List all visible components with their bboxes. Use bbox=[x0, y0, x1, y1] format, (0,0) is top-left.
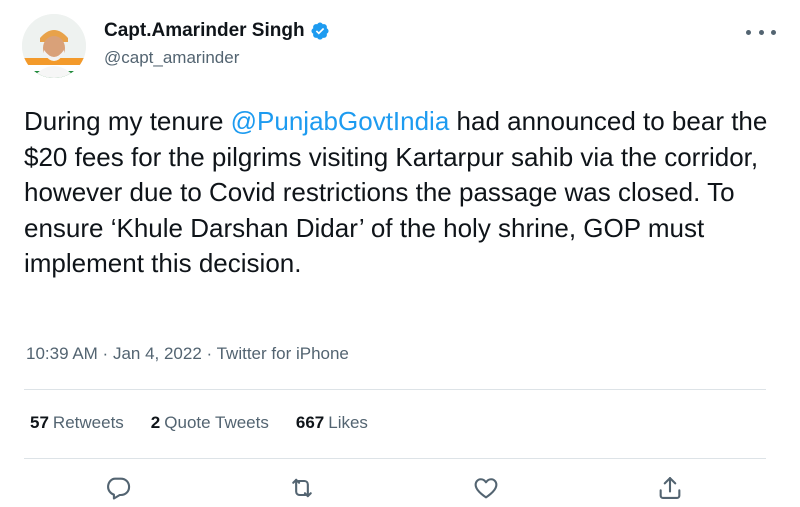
reply-icon bbox=[107, 477, 131, 500]
share-button[interactable] bbox=[656, 474, 684, 502]
quote-tweets-label: Quote Tweets bbox=[164, 413, 269, 432]
mention-link[interactable]: @PunjabGovtIndia bbox=[231, 106, 450, 136]
likes-stat[interactable]: 667 Likes bbox=[296, 413, 368, 433]
verified-badge-icon bbox=[310, 21, 330, 41]
more-horizontal-icon bbox=[746, 29, 751, 35]
share-icon bbox=[659, 477, 681, 499]
tweet-meta: 10:39 AM · Jan 4, 2022 · Twitter for iPh… bbox=[26, 344, 349, 364]
divider bbox=[24, 389, 766, 390]
like-button[interactable] bbox=[472, 474, 500, 502]
more-options-button[interactable] bbox=[746, 22, 776, 42]
tweet-date[interactable]: Jan 4, 2022 bbox=[113, 344, 202, 363]
quote-tweets-count: 2 bbox=[150, 413, 161, 432]
tweet-source[interactable]: Twitter for iPhone bbox=[217, 344, 349, 363]
divider bbox=[24, 458, 766, 459]
tweet-time[interactable]: 10:39 AM bbox=[26, 344, 98, 363]
retweets-label: Retweets bbox=[52, 413, 124, 432]
reply-button[interactable] bbox=[104, 474, 132, 502]
tweet-text: During my tenure @PunjabGovtIndia had an… bbox=[24, 104, 784, 282]
author-handle[interactable]: @capt_amarinder bbox=[104, 48, 330, 68]
author-name[interactable]: Capt.Amarinder Singh bbox=[104, 20, 305, 42]
author-block: Capt.Amarinder Singh @capt_amarinder bbox=[104, 20, 330, 68]
quote-tweets-stat[interactable]: 2 Quote Tweets bbox=[151, 413, 269, 433]
avatar-image bbox=[22, 14, 86, 78]
action-bar bbox=[0, 474, 800, 506]
likes-count: 667 bbox=[295, 413, 325, 432]
retweet-button[interactable] bbox=[288, 474, 316, 502]
avatar[interactable] bbox=[22, 14, 86, 78]
meta-separator: · bbox=[201, 344, 217, 363]
retweets-stat[interactable]: 57 Retweets bbox=[30, 413, 124, 433]
likes-label: Likes bbox=[328, 413, 368, 432]
meta-separator: · bbox=[97, 344, 113, 363]
like-icon bbox=[474, 478, 498, 499]
tweet-stats: 57 Retweets 2 Quote Tweets 667 Likes bbox=[30, 413, 395, 433]
retweets-count: 57 bbox=[30, 413, 49, 432]
author-name-row: Capt.Amarinder Singh bbox=[104, 20, 330, 42]
retweet-icon bbox=[292, 478, 312, 498]
tweet-text-before: During my tenure bbox=[24, 106, 231, 136]
